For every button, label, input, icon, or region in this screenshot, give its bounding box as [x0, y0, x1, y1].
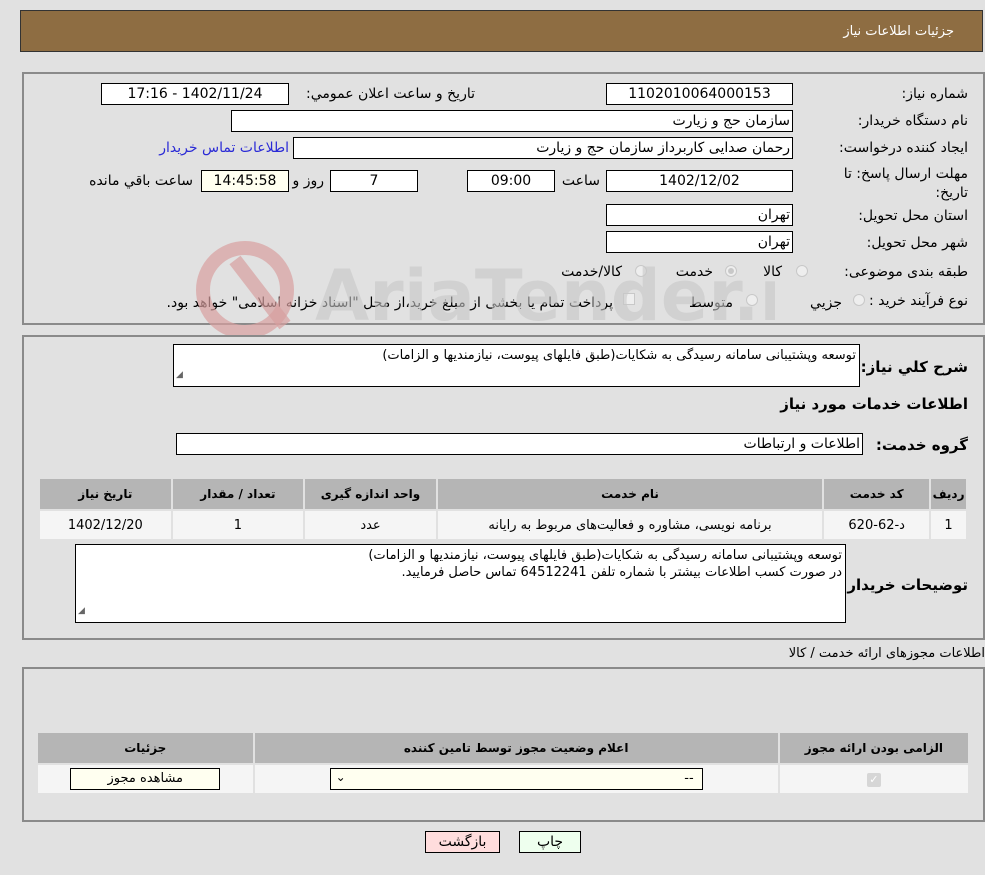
buyer-notes-line-1: توسعه وپشتیبانی سامانه رسیدگی به شکایات(…	[368, 548, 842, 563]
licenses-table-header: الزامی بودن ارائه مجوز اعلام وضعیت مجوز …	[36, 731, 971, 765]
cell-license-details: مشاهده مجوز	[36, 763, 255, 795]
resize-grip-icon[interactable]: ◢	[78, 603, 85, 620]
chevron-down-icon: ⌄	[335, 770, 346, 784]
purchase-radio-medium[interactable]	[746, 294, 758, 306]
deadline-date-field: 1402/12/02	[606, 170, 793, 192]
cell-service-name: برنامه نویسی، مشاوره و فعالیت‌های مربوط …	[435, 509, 825, 541]
days-remaining-field: 7	[330, 170, 418, 192]
resize-grip-icon[interactable]: ◢	[176, 367, 183, 384]
category-option-service: خدمت	[675, 264, 713, 280]
deadline-time-label: ساعت	[561, 173, 600, 189]
category-option-goods-service: کالا/خدمت	[561, 264, 622, 280]
announce-field: 1402/11/24 - 17:16	[101, 83, 289, 105]
province-field: تهران	[606, 204, 793, 226]
buyer-notes-line-2: در صورت کسب اطلاعات بیشتر با شماره تلفن …	[401, 565, 842, 580]
col-row-number: ردیف	[929, 477, 968, 511]
col-service-name: نام خدمت	[435, 477, 825, 511]
services-table-header: ردیف کد خدمت نام خدمت واحد اندازه گیری ت…	[38, 477, 968, 511]
service-group-field: اطلاعات و ارتباطات	[176, 433, 863, 455]
cell-need-date: 1402/12/20	[38, 509, 173, 541]
announce-label: تاریخ و ساعت اعلان عمومي:	[306, 86, 475, 102]
view-license-button[interactable]: مشاهده مجوز	[70, 768, 221, 790]
purchase-option-small: جزيي	[810, 295, 842, 311]
city-field: تهران	[606, 231, 793, 253]
province-label: استان محل تحویل:	[858, 208, 968, 224]
table-row: 1 د-62-620 برنامه نویسی، مشاوره و فعالیت…	[38, 509, 968, 541]
cell-service-code: د-62-620	[822, 509, 932, 541]
buyer-notes-textarea[interactable]: توسعه وپشتیبانی سامانه رسیدگی به شکایات(…	[75, 544, 846, 623]
need-number-label: شماره نیاز:	[901, 86, 969, 102]
category-label: طبقه بندی موضوعی:	[844, 264, 968, 280]
purchase-option-medium: متوسط	[689, 295, 733, 311]
description-text: توسعه وپشتیبانی سامانه رسیدگی به شکایات(…	[382, 348, 856, 363]
cell-row-number: 1	[929, 509, 968, 541]
col-license-status: اعلام وضعیت مجوز توسط تامین کننده	[252, 731, 780, 765]
requester-label: ایجاد کننده درخواست:	[839, 140, 968, 156]
license-status-select[interactable]: -- ⌄	[329, 768, 703, 790]
city-label: شهر محل تحویل:	[866, 235, 968, 251]
purchase-type-label: نوع فرآیند خرید :	[869, 293, 968, 309]
table-row: ✓ -- ⌄ مشاهده مجوز	[36, 763, 971, 795]
col-need-date: تاریخ نیاز	[38, 477, 173, 511]
back-button[interactable]: بازگشت	[425, 831, 500, 853]
time-remaining-label: ساعت باقي مانده	[89, 173, 193, 189]
buyer-contact-link[interactable]: اطلاعات تماس خریدار	[159, 140, 289, 156]
deadline-label: مهلت ارسال پاسخ: تا تاریخ:	[843, 166, 968, 201]
purchase-radio-small[interactable]	[853, 294, 865, 306]
category-radio-goods-service[interactable]	[635, 265, 647, 277]
license-status-value: --	[684, 771, 694, 786]
col-unit: واحد اندازه گیری	[303, 477, 438, 511]
service-group-label: گروه خدمت:	[875, 436, 968, 454]
need-number-field: 1102010064000153	[606, 83, 793, 105]
time-remaining-field: 14:45:58	[201, 170, 289, 192]
col-license-details: جزئیات	[36, 731, 255, 765]
days-label: روز و	[292, 173, 325, 189]
description-textarea[interactable]: توسعه وپشتیبانی سامانه رسیدگی به شکایات(…	[173, 344, 860, 387]
category-option-goods: کالا	[763, 264, 782, 280]
page-title: جزئیات اطلاعات نیاز	[843, 24, 954, 39]
buyer-org-label: نام دستگاه خریدار:	[857, 113, 968, 129]
buyer-notes-label: توضیحات خریدار:	[841, 576, 968, 594]
treasury-note: پرداخت تمام یا بخشی از مبلغ خرید،از محل …	[166, 295, 613, 311]
print-button[interactable]: چاپ	[519, 831, 581, 853]
col-license-required: الزامی بودن ارائه مجوز	[777, 731, 971, 765]
cell-license-required: ✓	[777, 763, 971, 795]
description-label: شرح کلي نیاز:	[860, 358, 968, 376]
licenses-title: اطلاعات مجوزهای ارائه خدمت / کالا	[788, 646, 985, 661]
col-service-code: کد خدمت	[822, 477, 932, 511]
cell-license-status: -- ⌄	[252, 763, 780, 795]
cell-quantity: 1	[170, 509, 306, 541]
requester-field: رحمان صدایی کاربرداز سازمان حج و زیارت	[293, 137, 793, 159]
page-header: جزئیات اطلاعات نیاز	[20, 10, 983, 52]
licenses-table: الزامی بودن ارائه مجوز اعلام وضعیت مجوز …	[36, 731, 971, 795]
category-radio-goods[interactable]	[796, 265, 808, 277]
license-required-checkbox: ✓	[866, 772, 881, 787]
deadline-time-field: 09:00	[467, 170, 555, 192]
cell-unit: عدد	[303, 509, 438, 541]
category-radio-service[interactable]	[725, 265, 737, 277]
col-quantity: تعداد / مقدار	[170, 477, 306, 511]
buyer-org-field: سازمان حج و زیارت	[231, 110, 793, 132]
treasury-checkbox[interactable]	[623, 293, 635, 305]
services-table: ردیف کد خدمت نام خدمت واحد اندازه گیری ت…	[38, 477, 968, 541]
services-section-title: اطلاعات خدمات مورد نیاز	[780, 395, 968, 413]
